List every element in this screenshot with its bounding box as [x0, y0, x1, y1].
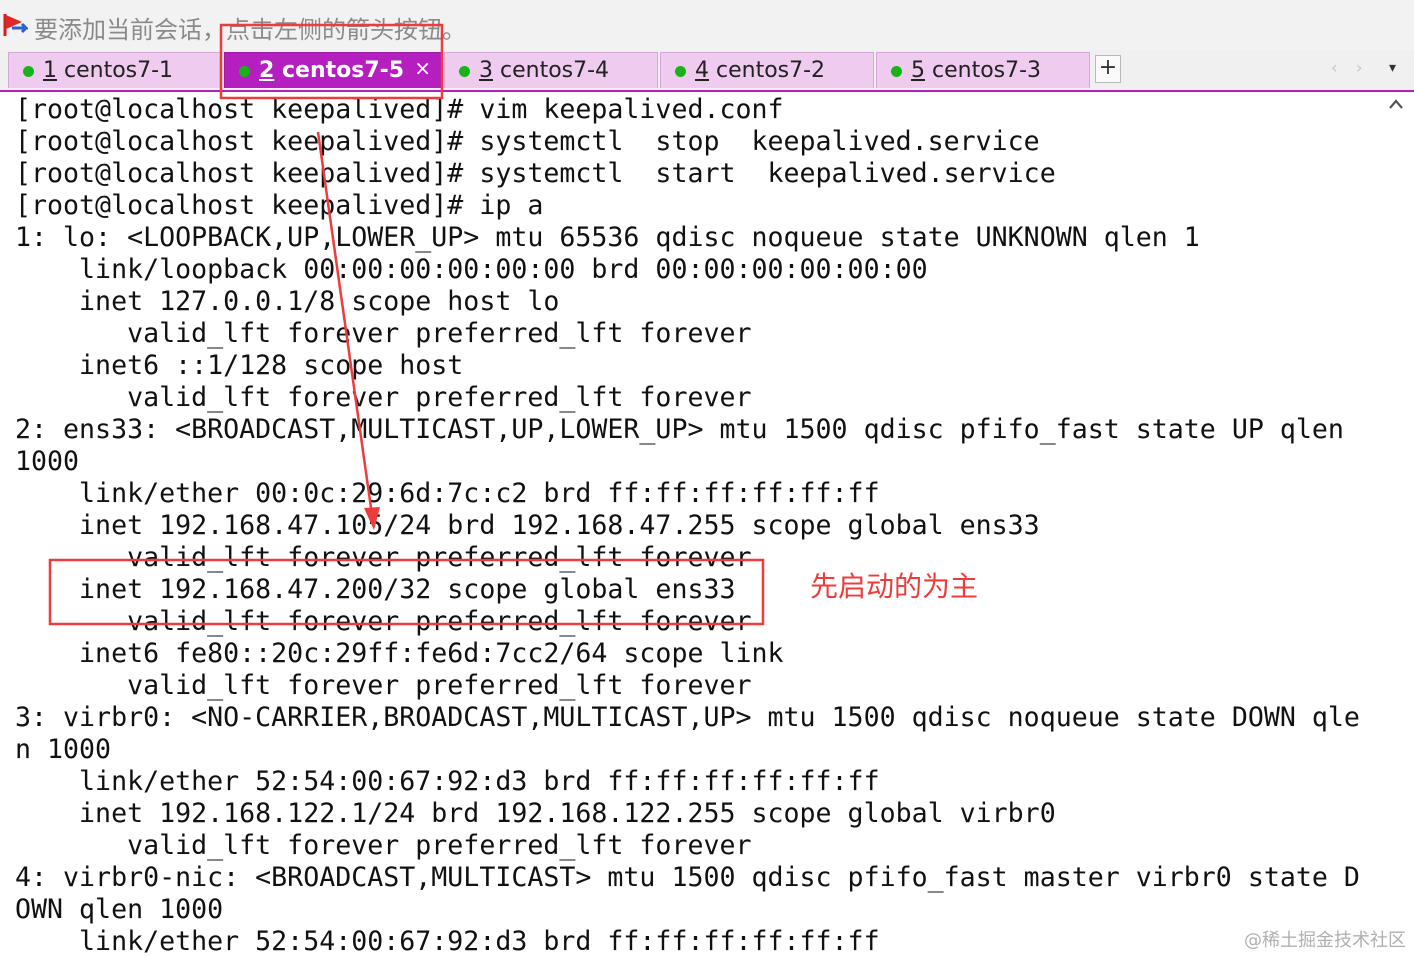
- tab-label: 1 centos7-1: [43, 58, 174, 83]
- red-arrow-flag-icon[interactable]: [2, 12, 28, 38]
- connected-status-dot-icon: [675, 66, 686, 77]
- tab-label: 3 centos7-4: [479, 58, 610, 83]
- terminal-line: valid_lft forever preferred_lft forever: [15, 606, 752, 637]
- tab-centos7-4[interactable]: 3 centos7-4: [444, 52, 658, 88]
- terminal-line: valid_lft forever preferred_lft forever: [15, 830, 752, 861]
- terminal-line: [root@localhost keepalived]# systemctl s…: [15, 126, 1040, 157]
- annotation-note: 先启动的为主: [810, 570, 979, 603]
- terminal-line: [root@localhost keepalived]# systemctl s…: [15, 158, 1056, 189]
- terminal-line: [root@localhost keepalived]# ip a: [15, 190, 544, 221]
- terminal-line: inet 192.168.122.1/24 brd 192.168.122.25…: [15, 798, 1056, 829]
- terminal-line: [root@localhost keepalived]# vim keepali…: [15, 94, 784, 125]
- tab-label: 4 centos7-2: [695, 58, 826, 83]
- session-tab-bar: 1 centos7-1 2 centos7-5 × 3 centos7-4 4 …: [0, 50, 1414, 92]
- terminal-line: inet6 fe80::20c:29ff:fe6d:7cc2/64 scope …: [15, 638, 784, 669]
- tab-centos7-5[interactable]: 2 centos7-5 ×: [224, 52, 442, 88]
- scroll-tabs-right-icon[interactable]: ›: [1356, 58, 1362, 77]
- terminal-line: valid_lft forever preferred_lft forever: [15, 542, 752, 573]
- tab-label: 2 centos7-5: [259, 58, 405, 83]
- terminal-line: link/ether 52:54:00:67:92:d3 brd ff:ff:f…: [15, 926, 880, 956]
- terminal-output: [root@localhost keepalived]# vim keepali…: [15, 94, 1360, 956]
- terminal-line: valid_lft forever preferred_lft forever: [15, 318, 752, 349]
- tab-centos7-1[interactable]: 1 centos7-1: [8, 52, 222, 88]
- tab-list-dropdown-icon[interactable]: ▾: [1389, 60, 1396, 76]
- vertical-scrollbar[interactable]: [1380, 92, 1414, 956]
- scroll-tabs-left-icon[interactable]: ‹: [1331, 58, 1337, 77]
- terminal-line: 1000: [15, 446, 80, 477]
- connected-status-dot-icon: [23, 66, 34, 77]
- watermark: @稀土掘金技术社区: [1244, 930, 1406, 951]
- terminal-line: 4: virbr0-nic: <BROADCAST,MULTICAST> mtu…: [15, 862, 1360, 893]
- terminal-pane[interactable]: [root@localhost keepalived]# vim keepali…: [0, 92, 1380, 956]
- tab-label: 5 centos7-3: [911, 58, 1042, 83]
- terminal-line: inet 192.168.47.200/32 scope global ens3…: [15, 574, 736, 605]
- connected-status-dot-icon: [891, 66, 902, 77]
- terminal-line: 1: lo: <LOOPBACK,UP,LOWER_UP> mtu 65536 …: [15, 222, 1200, 253]
- tab-centos7-3[interactable]: 5 centos7-3: [876, 52, 1090, 88]
- scroll-up-icon[interactable]: [1388, 98, 1404, 110]
- session-hint-bar: 要添加当前会话，点击左侧的箭头按钮。: [0, 0, 1414, 50]
- terminal-line: 3: virbr0: <NO-CARRIER,BROADCAST,MULTICA…: [15, 702, 1360, 733]
- terminal-line: inet 192.168.47.105/24 brd 192.168.47.25…: [15, 510, 1040, 541]
- terminal-line: valid_lft forever preferred_lft forever: [15, 382, 752, 413]
- terminal-line: 2: ens33: <BROADCAST,MULTICAST,UP,LOWER_…: [15, 414, 1344, 445]
- connected-status-dot-icon: [239, 66, 250, 77]
- terminal-line: link/loopback 00:00:00:00:00:00 brd 00:0…: [15, 254, 928, 285]
- tab-centos7-2[interactable]: 4 centos7-2: [660, 52, 874, 88]
- session-hint-text: 要添加当前会话，点击左侧的箭头按钮。: [34, 16, 466, 44]
- terminal-line: inet 127.0.0.1/8 scope host lo: [15, 286, 560, 317]
- close-tab-icon[interactable]: ×: [414, 56, 431, 80]
- terminal-line: valid_lft forever preferred_lft forever: [15, 670, 752, 701]
- connected-status-dot-icon: [459, 66, 470, 77]
- add-tab-button[interactable]: +: [1095, 55, 1121, 83]
- terminal-line: link/ether 00:0c:29:6d:7c:c2 brd ff:ff:f…: [15, 478, 880, 509]
- terminal-line: n 1000: [15, 734, 112, 765]
- terminal-line: link/ether 52:54:00:67:92:d3 brd ff:ff:f…: [15, 766, 880, 797]
- terminal-line: OWN qlen 1000: [15, 894, 224, 925]
- terminal-line: inet6 ::1/128 scope host: [15, 350, 464, 381]
